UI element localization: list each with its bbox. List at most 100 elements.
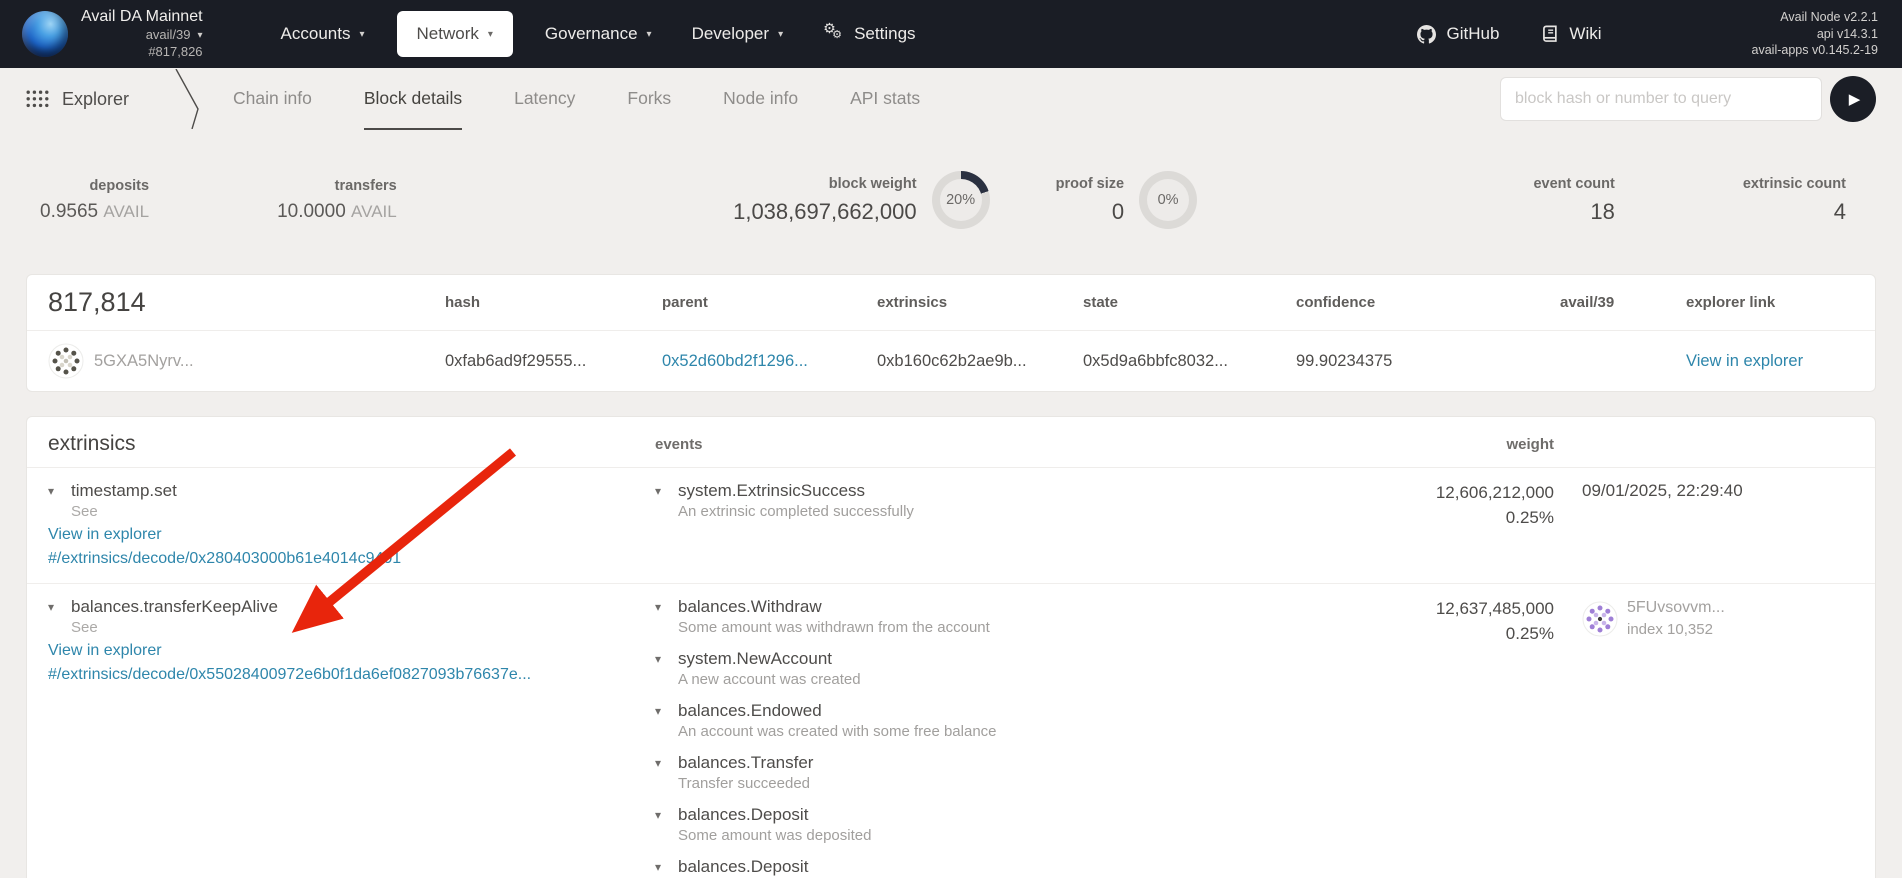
- chevron-down-icon: ▾: [359, 29, 364, 40]
- event-description: An account was created with some free ba…: [678, 723, 1354, 740]
- extrinsic-explorer-link[interactable]: View in explorer: [48, 642, 655, 660]
- column-header-confidence: confidence: [1296, 294, 1560, 311]
- extrinsic-decode-link[interactable]: #/extrinsics/decode/0x55028400972e6b0f1d…: [48, 666, 655, 684]
- menu-item-developer[interactable]: Developer ▾: [672, 11, 804, 57]
- chain-name: Avail DA Mainnet: [81, 7, 203, 27]
- tab-latency[interactable]: Latency: [514, 68, 575, 130]
- apps-menu-button[interactable]: Explorer: [26, 68, 129, 130]
- extrinsic-cell: ▾ balances.transferKeepAlive See View in…: [48, 597, 655, 684]
- app-title: Explorer: [62, 89, 129, 110]
- view-in-explorer-link[interactable]: View in explorer: [1686, 352, 1803, 370]
- expand-caret-icon[interactable]: ▾: [655, 704, 668, 718]
- menu-item-settings[interactable]: ⚙ ⚙ Settings: [803, 11, 935, 57]
- gears-icon: ⚙ ⚙: [823, 24, 845, 44]
- column-header-explorer-link: explorer link: [1686, 294, 1854, 311]
- main-menu: Accounts ▾ Network ▾ Governance ▾ Develo…: [261, 11, 936, 57]
- extrinsic-timestamp: 09/01/2025, 22:29:40: [1554, 481, 1854, 501]
- extrinsic-cell: ▾ timestamp.set See View in explorer #/e…: [48, 481, 655, 568]
- weight-cell: 12,637,485,000 0.25%: [1354, 597, 1554, 646]
- grid-icon: [26, 90, 49, 108]
- menu-item-network[interactable]: Network ▾: [397, 11, 513, 57]
- extrinsic-decode-link[interactable]: #/extrinsics/decode/0x280403000b61e4014c…: [48, 550, 655, 568]
- api-version: api v14.3.1: [1752, 26, 1878, 43]
- top-header: Avail DA Mainnet avail/39 ▾ #817,826 Acc…: [0, 0, 1902, 68]
- event-item: ▾ balances.Transfer Transfer succeeded: [655, 753, 1354, 792]
- extrinsic-explorer-link[interactable]: View in explorer: [48, 526, 655, 544]
- menu-item-accounts[interactable]: Accounts ▾: [261, 11, 385, 57]
- block-header-card: 817,814 hash parent extrinsics state con…: [26, 274, 1876, 392]
- event-name: balances.Transfer: [678, 753, 813, 773]
- column-header-parent: parent: [662, 294, 877, 311]
- column-header-runtime: avail/39: [1560, 294, 1686, 311]
- weight-column-header: weight: [1354, 436, 1554, 453]
- avail-explorer-app: Avail DA Mainnet avail/39 ▾ #817,826 Acc…: [0, 0, 1902, 878]
- extrinsic-see-label: See: [71, 503, 655, 520]
- tab-chain-info[interactable]: Chain info: [233, 68, 312, 130]
- query-submit-button[interactable]: ▶: [1830, 76, 1876, 122]
- signer-identicon: [1582, 601, 1618, 637]
- event-name: balances.Endowed: [678, 701, 822, 721]
- signer-index: index 10,352: [1627, 621, 1713, 638]
- weight-value: 12,637,485,000: [1354, 597, 1554, 622]
- weight-percent: 0.25%: [1354, 622, 1554, 647]
- confidence-value: 99.90234375: [1296, 352, 1560, 371]
- event-description: Some amount was deposited: [678, 827, 1354, 844]
- state-root: 0x5d9a6bbfc8032...: [1083, 352, 1296, 371]
- menu-item-governance[interactable]: Governance ▾: [525, 11, 672, 57]
- stat-transfers: transfers 10.0000 AVAIL: [277, 178, 397, 223]
- expand-caret-icon[interactable]: ▾: [48, 600, 61, 614]
- play-icon: ▶: [1849, 90, 1861, 108]
- event-item: ▾ system.ExtrinsicSuccess An extrinsic c…: [655, 481, 1354, 520]
- runtime-selector[interactable]: avail/39 ▾: [146, 27, 203, 44]
- block-header-row: 817,814 hash parent extrinsics state con…: [27, 275, 1875, 331]
- extrinsic-method: timestamp.set: [71, 481, 177, 501]
- stat-block-weight: block weight 1,038,697,662,000: [733, 176, 917, 225]
- tab-forks[interactable]: Forks: [627, 68, 671, 130]
- block-author[interactable]: 5GXA5Nyrv...: [48, 343, 445, 379]
- event-item: ▾ balances.Withdraw Some amount was with…: [655, 597, 1354, 636]
- table-row: 5GXA5Nyrv... 0xfab6ad9f29555... 0x52d60b…: [27, 331, 1875, 391]
- expand-caret-icon[interactable]: ▾: [48, 484, 61, 498]
- best-block-number: #817,826: [148, 44, 202, 61]
- event-item: ▾ balances.Endowed An account was create…: [655, 701, 1354, 740]
- angled-divider: [171, 69, 203, 129]
- wiki-link[interactable]: Wiki: [1541, 24, 1601, 44]
- explorer-subnav: Explorer Chain info Block details Latenc…: [0, 68, 1902, 130]
- tab-api-stats[interactable]: API stats: [850, 68, 920, 130]
- runtime-label: avail/39: [146, 27, 191, 44]
- tab-block-details[interactable]: Block details: [364, 68, 462, 130]
- expand-caret-icon[interactable]: ▾: [655, 808, 668, 822]
- event-description: Some amount was withdrawn from the accou…: [678, 619, 1354, 636]
- expand-caret-icon[interactable]: ▾: [655, 600, 668, 614]
- block-search-input[interactable]: [1500, 77, 1822, 121]
- expand-caret-icon[interactable]: ▾: [655, 652, 668, 666]
- event-item: ▾ balances.Deposit Some amount was depos…: [655, 805, 1354, 844]
- author-identicon: [48, 343, 84, 379]
- extrinsic-signer[interactable]: 5FUvsovvm... index 10,352: [1582, 597, 1854, 640]
- github-link[interactable]: GitHub: [1417, 24, 1499, 44]
- event-item: ▾ balances.Deposit Some amount was depos…: [655, 857, 1354, 878]
- expand-caret-icon[interactable]: ▾: [655, 860, 668, 874]
- event-item: ▾ system.NewAccount A new account was cr…: [655, 649, 1354, 688]
- header-right: GitHub Wiki Avail Node v2.2.1 api v14.3.…: [1417, 9, 1878, 59]
- parent-hash-link[interactable]: 0x52d60bd2f1296...: [662, 352, 808, 370]
- tab-node-info[interactable]: Node info: [723, 68, 798, 130]
- weight-cell: 12,606,212,000 0.25%: [1354, 481, 1554, 530]
- expand-caret-icon[interactable]: ▾: [655, 484, 668, 498]
- chevron-down-icon: ▾: [778, 29, 783, 40]
- stat-event-count: event count 18: [1533, 176, 1614, 225]
- chevron-down-icon: ▾: [198, 29, 203, 42]
- extrinsics-root: 0xb160c62b2ae9b...: [877, 352, 1083, 371]
- extrinsics-title: extrinsics: [48, 432, 655, 456]
- extrinsic-see-label: See: [71, 619, 655, 636]
- expand-caret-icon[interactable]: ▾: [655, 756, 668, 770]
- weight-value: 12,606,212,000: [1354, 481, 1554, 506]
- apps-version: avail-apps v0.145.2-19: [1752, 42, 1878, 59]
- weight-percent: 0.25%: [1354, 506, 1554, 531]
- stat-proof-size: proof size 0: [1056, 176, 1124, 225]
- proof-size-progress-ring: 0%: [1139, 171, 1197, 229]
- event-description: A new account was created: [678, 671, 1354, 688]
- event-name: balances.Withdraw: [678, 597, 822, 617]
- chain-selector[interactable]: Avail DA Mainnet avail/39 ▾ #817,826: [81, 7, 203, 61]
- tab-bar: Chain info Block details Latency Forks N…: [233, 68, 920, 130]
